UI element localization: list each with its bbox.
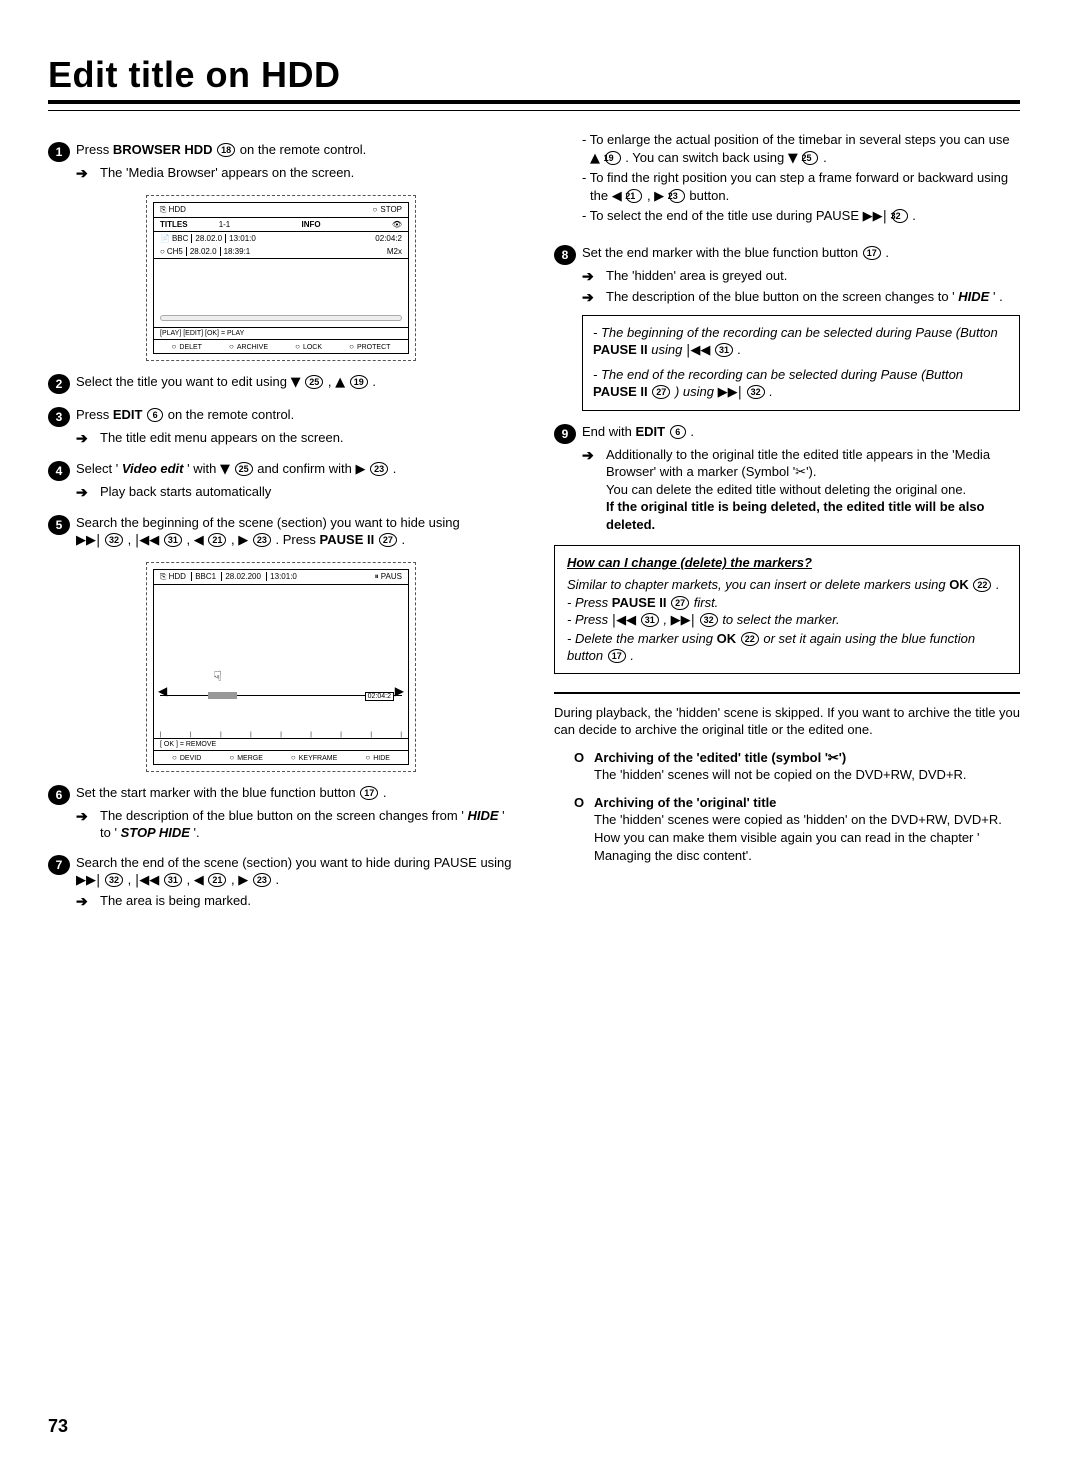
- page-title: Edit title on HDD: [48, 54, 1020, 96]
- arrow-icon: ➔: [582, 267, 606, 286]
- note-step-frame: - To find the right position you can ste…: [582, 169, 1020, 205]
- arrow-icon: ➔: [76, 483, 100, 502]
- arrow-icon: ➔: [582, 288, 606, 307]
- screen-diagram-2: ⎘ HDD BBC1 28.02.200 13:01:0 ⏸ PAUS ☟: [146, 562, 416, 772]
- markers-faq-box: How can I change (delete) the markers? S…: [554, 545, 1020, 673]
- bullet-icon: O: [574, 749, 594, 784]
- rule-thick: [48, 100, 1020, 104]
- arrow-icon: ➔: [582, 446, 606, 534]
- page: Edit title on HDD 1 Press BROWSER HDD 18…: [0, 0, 1080, 1473]
- archiving-edited: O Archiving of the 'edited' title (symbo…: [574, 749, 1020, 784]
- up-icon: ▲: [335, 375, 345, 390]
- step-1: 1 Press BROWSER HDD 18 on the remote con…: [48, 141, 514, 162]
- sub-8a: ➔ The 'hidden' area is greyed out.: [582, 267, 1020, 286]
- arrow-icon: ➔: [76, 429, 100, 448]
- progress-bar: [160, 315, 402, 321]
- pause-note-box: - The beginning of the recording can be …: [582, 315, 1020, 411]
- sub-9a: ➔ Additionally to the original title the…: [582, 446, 1020, 534]
- sub-4a: ➔ Play back starts automatically: [76, 483, 514, 502]
- step-num: 1: [48, 142, 70, 162]
- left-column: 1 Press BROWSER HDD 18 on the remote con…: [48, 129, 514, 913]
- step-4: 4 Select ' Video edit ' with ▼ 25 and co…: [48, 460, 514, 481]
- ref: 18: [217, 143, 235, 157]
- step-9: 9 End with EDIT 6 .: [554, 423, 1020, 444]
- sub-7a: ➔ The area is being marked.: [76, 892, 514, 911]
- arrow-icon: ➔: [76, 164, 100, 183]
- sub-3a: ➔ The title edit menu appears on the scr…: [76, 429, 514, 448]
- sub-6a: ➔ The description of the blue button on …: [76, 807, 514, 842]
- note-select-end: - To select the end of the title use dur…: [582, 207, 1020, 226]
- step-2: 2 Select the title you want to edit usin…: [48, 373, 514, 394]
- sub-1a: ➔ The 'Media Browser' appears on the scr…: [76, 164, 514, 183]
- step-8: 8 Set the end marker with the blue funct…: [554, 244, 1020, 265]
- down-icon: ▼: [291, 375, 301, 390]
- bullet-icon: O: [574, 794, 594, 864]
- timeline: ☟ ◀ 02:04:2 ▶: [160, 695, 402, 726]
- screen-diagram-1: ⎘ HDD STOP TITLES 1-1 INFO 👁 📄 BBC: [146, 195, 416, 361]
- hand-icon: ☟: [213, 668, 222, 685]
- button-label: BROWSER HDD: [113, 142, 213, 157]
- step-6: 6 Set the start marker with the blue fun…: [48, 784, 514, 805]
- step-5: 5 Search the beginning of the scene (sec…: [48, 514, 514, 550]
- right-column: - To enlarge the actual position of the …: [554, 129, 1020, 913]
- rule-thin: [48, 110, 1020, 111]
- page-number: 73: [48, 1416, 68, 1437]
- closing-para: During playback, the 'hidden' scene is s…: [554, 704, 1020, 739]
- archiving-original: O Archiving of the 'original' title The …: [574, 794, 1020, 864]
- sub-8b: ➔ The description of the blue button on …: [582, 288, 1020, 307]
- columns: 1 Press BROWSER HDD 18 on the remote con…: [48, 129, 1020, 913]
- arrow-icon: ➔: [76, 807, 100, 842]
- arrow-icon: ➔: [76, 892, 100, 911]
- section-rule: [554, 692, 1020, 694]
- note-enlarge: - To enlarge the actual position of the …: [582, 131, 1020, 167]
- step-3: 3 Press EDIT 6 on the remote control.: [48, 406, 514, 427]
- step-7: 7 Search the end of the scene (section) …: [48, 854, 514, 890]
